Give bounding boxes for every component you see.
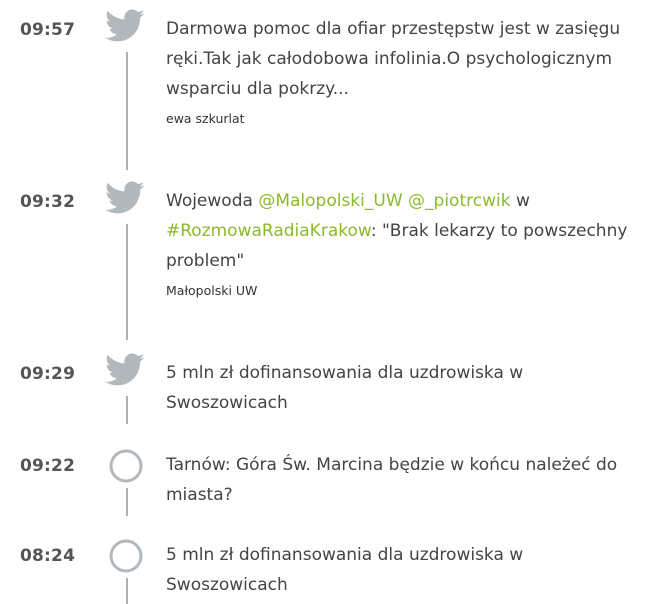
circle-icon: [105, 448, 145, 484]
feed-entry[interactable]: 09:32 Wojewoda @Malopolski_UW @_piotrcwi…: [0, 181, 649, 346]
entry-headline[interactable]: 5 mln zł dofinansowania dla uzdrowiska w…: [166, 363, 523, 413]
entry-author: Małopolski UW: [166, 283, 258, 298]
entry-time: 08:24: [20, 546, 76, 566]
entry-text[interactable]: 5 mln zł dofinansowania dla uzdrowiska w…: [166, 358, 636, 418]
mention-link[interactable]: @_piotrcwik: [408, 191, 511, 211]
entry-text[interactable]: 5 mln zł dofinansowania dla uzdrowiska w…: [166, 540, 636, 600]
twitter-bird-icon: [105, 180, 145, 216]
feed-entry[interactable]: 09:57 Darmowa pomoc dla ofiar przestępst…: [0, 9, 649, 174]
entry-text[interactable]: Darmowa pomoc dla ofiar przestępstw jest…: [166, 14, 636, 127]
entry-time: 09:57: [20, 20, 76, 40]
entry-headline[interactable]: Tarnów: Góra Św. Marcina będzie w końcu …: [166, 455, 617, 505]
entry-text[interactable]: Tarnów: Góra Św. Marcina będzie w końcu …: [166, 450, 636, 510]
circle-icon: [105, 538, 145, 574]
entry-text[interactable]: Wojewoda @Malopolski_UW @_piotrcwik w #R…: [166, 186, 636, 299]
news-feed: 09:57 Darmowa pomoc dla ofiar przestępst…: [0, 0, 649, 604]
twitter-bird-icon: [105, 8, 145, 44]
twitter-bird-icon: [105, 352, 145, 388]
entry-text-part: Wojewoda: [166, 191, 259, 211]
entry-time: 09:29: [20, 364, 76, 384]
entry-time: 09:32: [20, 192, 76, 212]
entry-time: 09:22: [20, 456, 76, 476]
entry-headline[interactable]: Darmowa pomoc dla ofiar przestępstw jest…: [166, 19, 620, 99]
mention-link[interactable]: @Malopolski_UW: [258, 191, 402, 211]
feed-entry[interactable]: 08:24 5 mln zł dofinansowania dla uzdrow…: [0, 538, 649, 604]
entry-headline[interactable]: 5 mln zł dofinansowania dla uzdrowiska w…: [166, 545, 523, 595]
entry-author: ewa szkurlat: [166, 111, 245, 126]
feed-entry[interactable]: 09:29 5 mln zł dofinansowania dla uzdrow…: [0, 353, 649, 438]
hashtag-link[interactable]: #RozmowaRadiaKrakow: [166, 221, 371, 241]
feed-entry[interactable]: 09:22 Tarnów: Góra Św. Marcina będzie w …: [0, 448, 649, 530]
entry-text-part: w: [510, 191, 530, 211]
